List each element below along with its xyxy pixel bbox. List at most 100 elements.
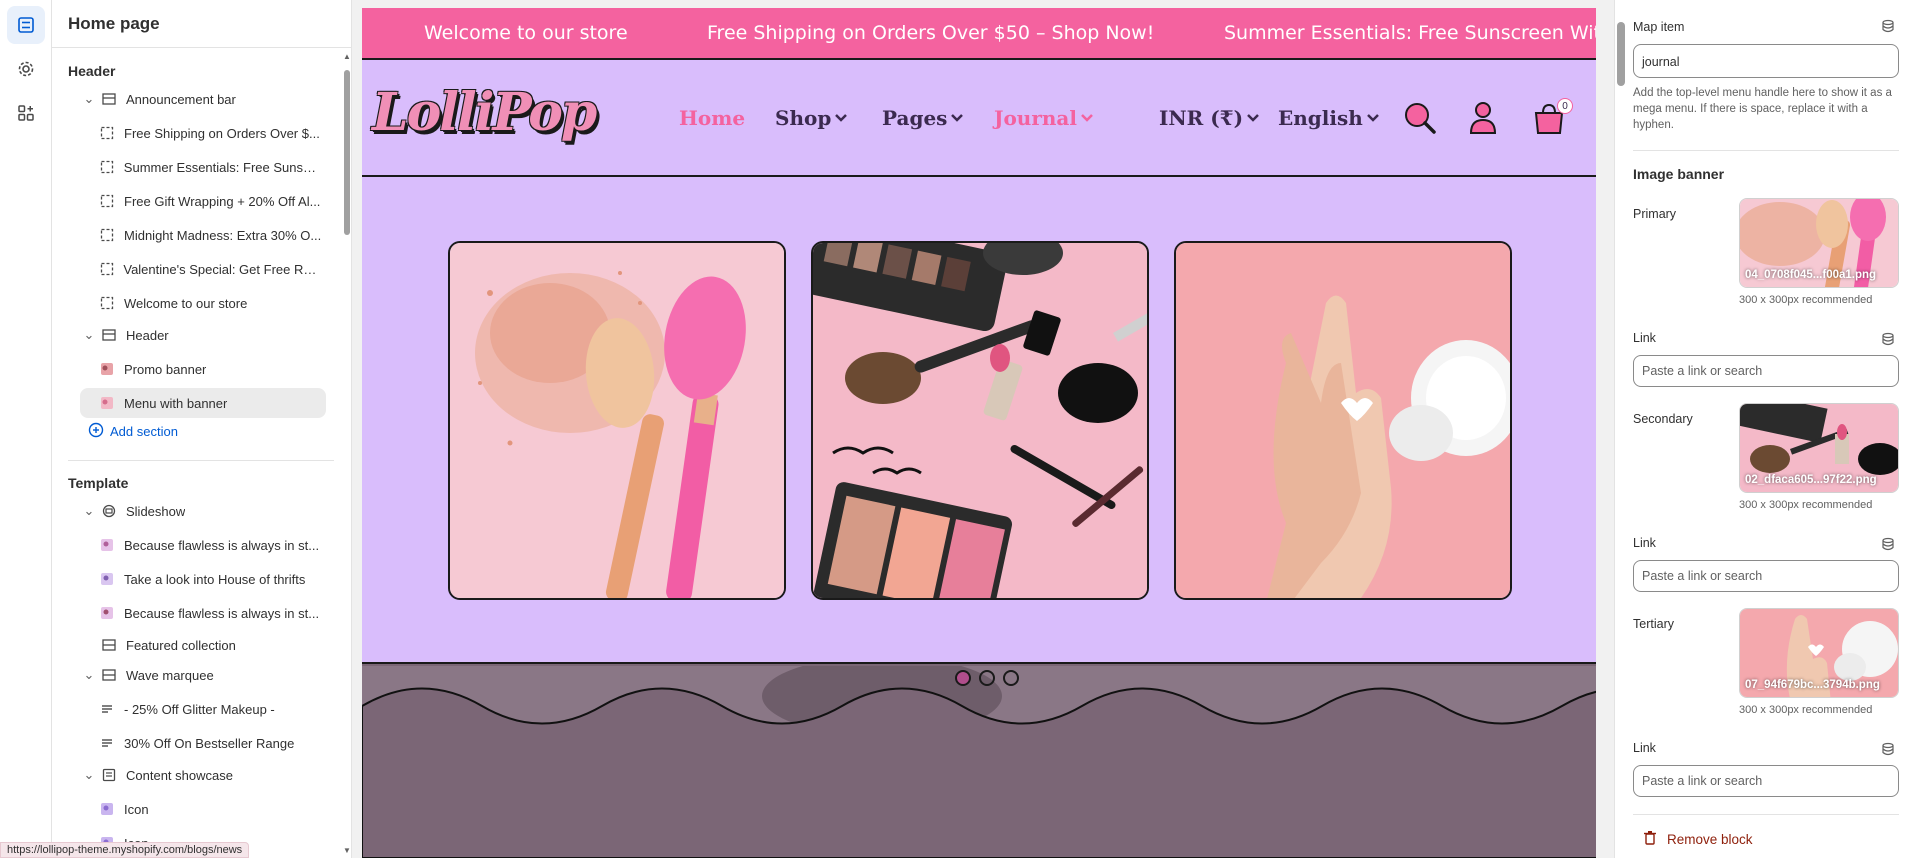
settings-gear-icon[interactable] [7, 50, 45, 88]
tertiary-image-filename: 07_94f679bc...3794b.png [1745, 679, 1880, 691]
collection-icon [98, 638, 120, 652]
tree-item-label: Welcome to our store [124, 295, 248, 311]
tree-block-icon[interactable]: Icon [52, 794, 322, 824]
nav-pages[interactable]: Pages [882, 106, 964, 130]
tree-item-label: Promo banner [124, 361, 207, 377]
scroll-up-arrow-icon[interactable]: ▲ [343, 52, 351, 61]
nav-label: Pages [882, 106, 948, 130]
panel-scrollbar[interactable] [1615, 0, 1627, 858]
primary-link-input[interactable]: Paste a link or search [1633, 355, 1899, 387]
block-icon [96, 126, 118, 140]
tree-item-label: - 25% Off Glitter Makeup - [124, 701, 275, 717]
currency-selector[interactable]: INR (₹) [1159, 106, 1260, 130]
nav-label: Shop [775, 106, 832, 130]
secondary-image-label: Secondary [1633, 412, 1693, 426]
nav-shop[interactable]: Shop [775, 106, 848, 130]
tree-block-slide[interactable]: Take a look into House of thrifts [52, 564, 322, 594]
template-group-heading: Template [68, 475, 129, 491]
secondary-link-input[interactable]: Paste a link or search [1633, 560, 1899, 592]
add-section-label: Add section [110, 424, 178, 439]
slideshow-dots [955, 670, 1019, 686]
add-section-button[interactable]: Add section [88, 422, 178, 441]
block-icon [96, 194, 118, 208]
tree-block-slide[interactable]: Because flawless is always in st... [52, 598, 322, 628]
chevron-down-icon[interactable]: ⌄ [80, 91, 98, 107]
tree-block-slide[interactable]: Because flawless is always in st... [52, 530, 322, 560]
tertiary-image-picker[interactable]: 07_94f679bc...3794b.png [1739, 608, 1899, 698]
tree-block-marquee-text[interactable]: 30% Off On Bestseller Range [52, 728, 322, 758]
apps-icon[interactable] [7, 94, 45, 132]
tree-block-announcement[interactable]: Free Shipping on Orders Over $... [52, 118, 322, 148]
account-icon[interactable] [1468, 100, 1498, 141]
tree-item-header[interactable]: ⌄ Header [80, 320, 342, 350]
map-item-label: Map item [1633, 20, 1685, 34]
divider [68, 460, 334, 461]
tree-block-marquee-text[interactable]: - 25% Off Glitter Makeup - [52, 694, 322, 724]
tree-item-slideshow[interactable]: ⌄ Slideshow [80, 496, 342, 526]
slide-dot[interactable] [979, 670, 995, 686]
language-selector[interactable]: English [1278, 106, 1380, 130]
editor-icon-rail [0, 0, 52, 858]
nav-home[interactable]: Home [679, 106, 745, 130]
dynamic-source-icon[interactable] [1881, 332, 1895, 351]
tree-block-announcement[interactable]: Midnight Madness: Extra 30% O... [52, 220, 322, 250]
dynamic-source-icon[interactable] [1881, 742, 1895, 761]
scrollbar-thumb[interactable] [344, 70, 350, 235]
tree-item-content-showcase[interactable]: ⌄ Content showcase [80, 760, 342, 790]
tree-item-label: Summer Essentials: Free Sunscr... [123, 159, 322, 175]
nav-journal[interactable]: Journal [994, 106, 1094, 130]
chevron-down-icon [1081, 114, 1093, 122]
store-header: LolliPop Home Shop Pages Journal INR (₹)… [362, 60, 1596, 177]
remove-block-button[interactable]: Remove block [1643, 830, 1753, 848]
primary-image-picker[interactable]: 04_0708f045...f00a1.png [1739, 198, 1899, 288]
tree-item-label: Menu with banner [124, 395, 228, 411]
tree-item-label: Icon [124, 801, 149, 817]
announcement-bar: Welcome to our store Free Shipping on Or… [362, 8, 1596, 60]
search-icon[interactable] [1402, 100, 1438, 141]
mega-menu-image-secondary[interactable] [811, 241, 1149, 600]
chevron-down-icon[interactable]: ⌄ [80, 667, 98, 683]
dynamic-source-icon[interactable] [1881, 19, 1895, 38]
scroll-down-arrow-icon[interactable]: ▼ [343, 846, 351, 855]
section-icon [98, 328, 120, 342]
tree-item-featured-collection[interactable]: Featured collection [80, 630, 342, 660]
sidebar-scrollbar[interactable]: ▲ ▼ [342, 48, 351, 858]
announcement-text: Summer Essentials: Free Sunscreen With O [1224, 22, 1596, 44]
trash-icon [1643, 830, 1657, 848]
chevron-down-icon[interactable]: ⌄ [80, 767, 98, 783]
secondary-image-picker[interactable]: 02_dfaca605...97f22.png [1739, 403, 1899, 493]
image-thumbnail-icon [96, 538, 118, 552]
sections-sidebar: Home page Header ⌄ Announcement bar Free… [52, 0, 352, 858]
section-tree: Header ⌄ Announcement bar Free Shipping … [52, 48, 342, 858]
tree-item-announcement-bar[interactable]: ⌄ Announcement bar [80, 84, 342, 114]
storefront-preview: Welcome to our store Free Shipping on Or… [352, 0, 1614, 858]
slide-dot[interactable] [1003, 670, 1019, 686]
store-logo[interactable]: LolliPop [372, 82, 597, 143]
map-item-help: Add the top-level menu handle here to sh… [1633, 87, 1892, 131]
tree-block-announcement[interactable]: Free Gift Wrapping + 20% Off Al... [52, 186, 322, 216]
slide-dot[interactable] [955, 670, 971, 686]
tree-block-announcement[interactable]: Valentine's Special: Get Free Ros... [52, 254, 322, 284]
tree-block-announcement[interactable]: Summer Essentials: Free Sunscr... [52, 152, 322, 182]
tree-item-wave-marquee[interactable]: ⌄ Wave marquee [80, 660, 342, 690]
section-icon [98, 668, 120, 682]
sections-icon[interactable] [7, 6, 45, 44]
header-group-heading: Header [68, 63, 116, 79]
scrollbar-thumb[interactable] [1617, 22, 1625, 86]
dynamic-source-icon[interactable] [1881, 537, 1895, 556]
tree-block-promo-banner[interactable]: Promo banner [52, 354, 322, 384]
map-item-input[interactable]: journal [1633, 44, 1899, 78]
mega-menu-image-primary[interactable] [448, 241, 786, 600]
tree-block-announcement[interactable]: Welcome to our store [52, 288, 322, 318]
tree-item-label: Featured collection [126, 637, 236, 653]
tertiary-link-input[interactable]: Paste a link or search [1633, 765, 1899, 797]
tree-item-label: Valentine's Special: Get Free Ros... [123, 261, 322, 277]
mega-menu-image-tertiary[interactable] [1174, 241, 1512, 600]
chevron-down-icon[interactable]: ⌄ [80, 503, 98, 519]
tree-block-menu-with-banner[interactable]: Menu with banner [80, 388, 326, 418]
primary-image-filename: 04_0708f045...f00a1.png [1745, 269, 1877, 281]
tree-item-label: Free Shipping on Orders Over $... [124, 125, 320, 141]
chevron-down-icon[interactable]: ⌄ [80, 327, 98, 343]
tertiary-link-label: Link [1633, 741, 1656, 755]
tree-item-label: Because flawless is always in st... [124, 605, 320, 621]
